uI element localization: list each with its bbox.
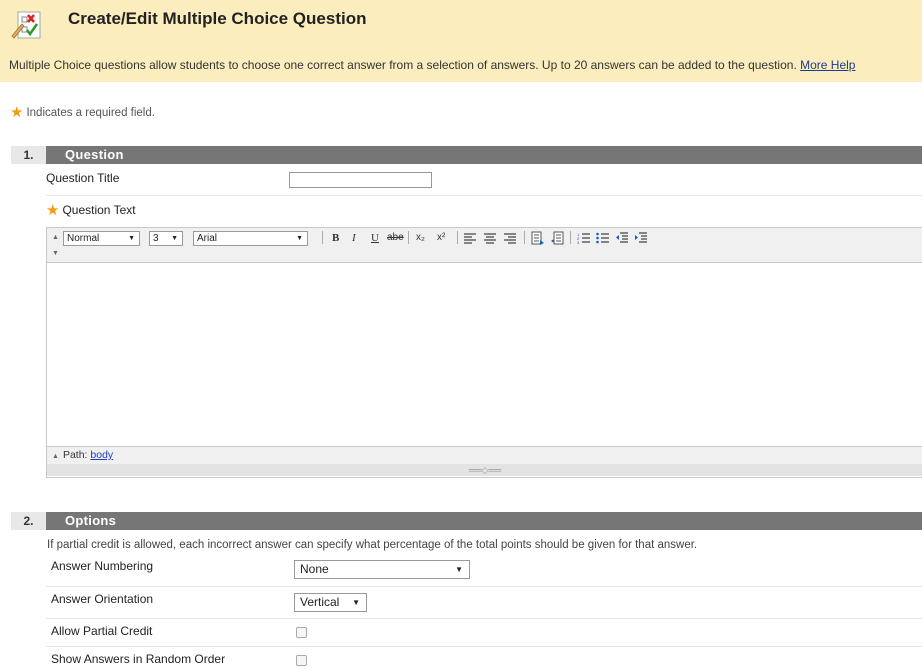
expand-down-icon[interactable]: ▼ [52,250,59,257]
answer-orientation-select[interactable]: Vertical ▼ [294,593,367,612]
section-number: 1. [11,146,46,164]
font-family-value: Arial [197,233,218,244]
toolbar-separator [322,231,323,244]
required-note: ★ Indicates a required field. [10,103,155,121]
random-order-label: Show Answers in Random Order [51,652,226,666]
section-title: Question [65,147,124,162]
answer-numbering-label: Answer Numbering [51,559,154,573]
font-size-select[interactable]: 3 ▼ [149,231,183,246]
subscript-button[interactable]: x₂ [416,231,425,245]
chevron-down-icon: ▼ [171,235,178,242]
multiple-choice-icon [11,11,41,39]
chevron-down-icon: ▼ [128,235,135,242]
align-left-icon[interactable] [464,233,476,247]
divider [46,586,922,587]
editor-resize-handle[interactable]: ══◇══ [47,464,922,476]
required-star-icon: ★ [10,104,24,121]
partial-credit-label: Allow Partial Credit [51,624,153,638]
collapse-up-icon[interactable]: ▲ [52,453,59,460]
numbered-list-icon[interactable]: 123 [577,232,590,246]
section-number: 2. [11,512,46,530]
path-body-link[interactable]: body [90,449,113,461]
answer-numbering-value: None [300,562,329,576]
underline-button[interactable]: U [371,231,379,245]
rich-text-editor: ▲ ▼ Normal ▼ 3 ▼ Arial ▼ B I U abe x₂ x² 12… [46,227,922,478]
question-title-input[interactable] [289,172,432,188]
section-header-question: 1. Question [11,146,922,164]
page-description: Multiple Choice questions allow students… [9,58,855,72]
partial-credit-checkbox[interactable] [296,627,307,638]
toolbar-separator [457,231,458,244]
page-title: Create/Edit Multiple Choice Question [68,9,367,28]
strikethrough-button[interactable]: abe [387,231,404,245]
bold-button[interactable]: B [332,231,339,245]
more-help-link[interactable]: More Help [800,58,855,72]
answer-orientation-label: Answer Orientation [51,592,154,606]
format-select-value: Normal [67,233,100,244]
editor-path-bar: ▲ Path: body [47,446,922,464]
random-order-checkbox[interactable] [296,655,307,666]
collapse-up-icon[interactable]: ▲ [52,234,59,241]
page-header: Create/Edit Multiple Choice Question Mul… [0,0,922,82]
font-size-value: 3 [153,233,159,244]
chevron-down-icon: ▼ [455,565,463,574]
format-select[interactable]: Normal ▼ [63,231,140,246]
path-label: Path: [62,449,88,461]
toolbar-separator [408,231,409,244]
toolbar-separator [570,231,571,244]
align-right-icon[interactable] [504,233,516,247]
required-note-text: Indicates a required field. [26,107,155,119]
question-title-label: Question Title [46,171,120,185]
section-header-options: 2. Options [11,512,922,530]
editor-toolbar: ▲ ▼ Normal ▼ 3 ▼ Arial ▼ B I U abe x₂ x² 12… [47,228,922,263]
svg-text:3: 3 [577,240,580,245]
italic-button[interactable]: I [352,231,356,245]
font-family-select[interactable]: Arial ▼ [193,231,308,246]
divider [46,195,922,196]
answer-orientation-value: Vertical [300,595,340,609]
toolbar-separator [524,231,525,244]
required-star-icon: ★ [46,202,60,219]
divider [46,646,922,647]
editor-content-area[interactable] [47,263,922,446]
description-text: Multiple Choice questions allow students… [9,58,797,72]
outdent-icon[interactable] [615,232,628,246]
options-description: If partial credit is allowed, each incor… [47,539,698,551]
paste-text-icon[interactable] [531,231,545,245]
bullet-list-icon[interactable] [596,232,609,246]
chevron-down-icon: ▼ [352,598,360,607]
paste-word-icon[interactable] [550,231,564,245]
divider [46,618,922,619]
indent-icon[interactable] [634,232,647,246]
question-text-label: ★ Question Text [46,201,136,219]
question-text-label-text: Question Text [62,203,136,217]
superscript-button[interactable]: x² [437,231,445,245]
align-center-icon[interactable] [484,233,496,247]
chevron-down-icon: ▼ [296,235,303,242]
answer-numbering-select[interactable]: None ▼ [294,560,470,579]
section-title: Options [65,513,117,528]
